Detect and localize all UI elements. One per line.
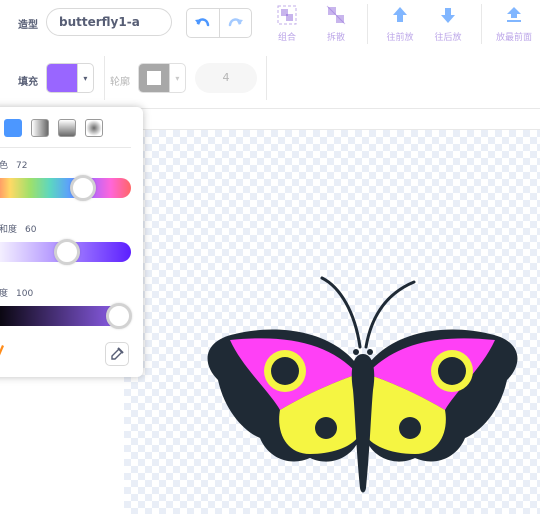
hue-slider-handle[interactable]: [70, 175, 96, 201]
chevron-down-icon: ▾: [76, 64, 93, 92]
backward-icon: [441, 8, 455, 23]
toolbar-divider: [266, 56, 267, 100]
brightness-label-row: 亮度 100: [0, 286, 33, 299]
group-label: 组合: [277, 33, 296, 43]
outline-swatch-inner: [146, 71, 161, 85]
ungroup-icon: [326, 5, 346, 25]
butterfly-head-dot: [367, 349, 373, 355]
butterfly-left-eye-spot: [271, 357, 299, 385]
butterfly-costume[interactable]: [190, 262, 535, 502]
redo-button[interactable]: [220, 9, 252, 37]
backward-button[interactable]: 往后放: [426, 4, 470, 43]
fill-color-popover: 颜色 72 饱和度 60 亮度 100: [0, 107, 143, 377]
eyedropper-icon: [111, 347, 124, 360]
outline-label: 轮廓: [110, 77, 130, 88]
redo-icon: [229, 18, 244, 27]
hue-slider[interactable]: [0, 178, 131, 198]
saturation-slider-handle[interactable]: [54, 239, 80, 265]
hue-label: 颜色: [0, 161, 9, 171]
hue-label-row: 颜色 72: [0, 158, 27, 171]
ungroup-label: 拆散: [326, 33, 345, 43]
toolbar-divider: [104, 56, 105, 100]
group-button[interactable]: 组合: [265, 4, 309, 43]
saturation-label: 饱和度: [0, 225, 18, 235]
butterfly-right-dot: [399, 417, 421, 439]
ungroup-button[interactable]: 拆散: [314, 4, 358, 43]
butterfly-head-dot: [353, 349, 359, 355]
forward-icon: [393, 7, 407, 22]
fill-label: 填充: [18, 77, 38, 88]
vertical-gradient-icon[interactable]: [58, 119, 76, 137]
costume-name-input[interactable]: butterfly1-a: [46, 8, 172, 36]
brightness-value: 100: [16, 289, 34, 299]
backward-label: 往后放: [434, 33, 462, 43]
clear-fill-icon[interactable]: [0, 342, 6, 362]
fill-color-button[interactable]: ▾: [46, 63, 94, 93]
saturation-value: 60: [25, 225, 37, 235]
chevron-down-icon: ▾: [168, 64, 185, 92]
undo-icon: [194, 18, 209, 27]
front-label: 放最前面: [495, 33, 532, 43]
outline-color-button[interactable]: ▾: [138, 63, 186, 93]
butterfly-left-antenna: [320, 276, 362, 349]
front-button[interactable]: 放最前面: [492, 4, 536, 43]
forward-button[interactable]: 往前放: [378, 4, 422, 43]
hue-value: 72: [16, 161, 28, 171]
group-icon: [277, 5, 297, 25]
radial-gradient-icon[interactable]: [85, 119, 103, 137]
forward-label: 往前放: [386, 33, 414, 43]
brightness-label: 亮度: [0, 289, 9, 299]
undo-button[interactable]: [187, 9, 220, 37]
popover-divider: [0, 147, 131, 148]
fill-mode-selector: [4, 119, 103, 137]
outline-swatch: [139, 64, 169, 92]
toolbar-divider: [481, 4, 482, 44]
toolbar-divider: [367, 4, 368, 44]
fill-swatch: [47, 64, 77, 92]
butterfly-right-eye-spot: [438, 357, 466, 385]
butterfly-left-dot: [315, 417, 337, 439]
solid-fill-icon[interactable]: [4, 119, 22, 137]
eyedropper-button[interactable]: [105, 342, 129, 366]
canvas-ruler: [124, 109, 540, 130]
outline-width-input[interactable]: 4: [195, 63, 257, 93]
brightness-slider-handle[interactable]: [106, 303, 132, 329]
saturation-label-row: 饱和度 60: [0, 222, 36, 235]
undo-redo-group: [186, 8, 252, 38]
paint-editor-toolbar: 造型 butterfly1-a 组合 拆散 往前放 往后放 放最前面 填充 ▾ …: [0, 0, 540, 108]
costume-label: 造型: [18, 20, 38, 31]
horizontal-gradient-icon[interactable]: [31, 119, 49, 137]
front-icon: [507, 7, 521, 22]
